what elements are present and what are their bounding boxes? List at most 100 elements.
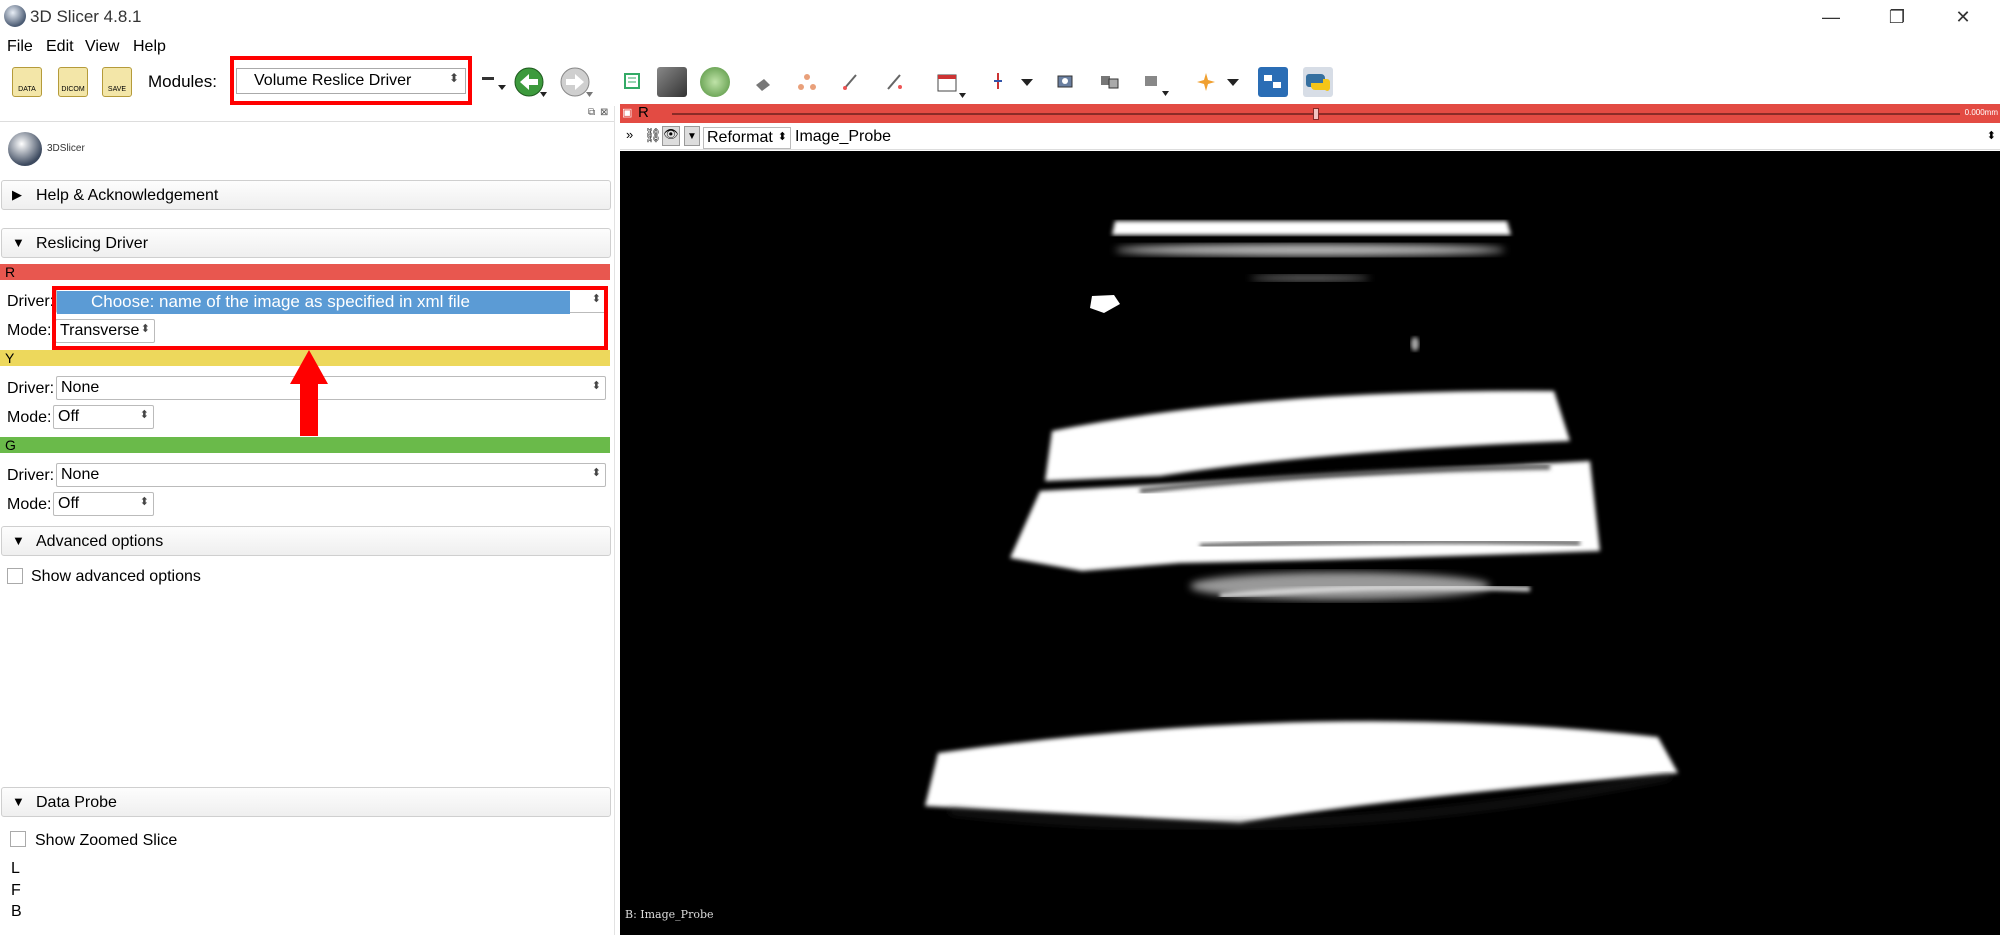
layout-icon[interactable] (934, 67, 966, 98)
history-icon[interactable] (478, 67, 508, 97)
place-fiducial-icon[interactable] (1192, 67, 1222, 97)
maximize-button[interactable]: ❐ (1874, 4, 1920, 30)
yellow-slice-letter: Y (5, 350, 15, 366)
dock-float-icon[interactable]: ⧉ (588, 107, 595, 118)
probe-line-f: F (11, 882, 21, 899)
show-advanced-checkbox[interactable] (7, 568, 23, 584)
slicer-logo (8, 132, 42, 166)
advanced-section-header[interactable]: ▼ Advanced options (1, 526, 611, 556)
slice-offset-value: 0.000mm (1964, 108, 1998, 117)
green-mode-select[interactable]: Off ⬍ (53, 492, 154, 516)
ultrasound-image (925, 221, 1678, 827)
yellow-driver-value: None (61, 379, 100, 396)
help-section-header[interactable]: ▶ Help & Acknowledgement (1, 180, 611, 210)
module-selector-highlight (230, 56, 472, 105)
expand-controls-icon[interactable]: » (626, 127, 633, 142)
red-slice-letter: R (5, 264, 16, 280)
volumes-icon[interactable] (657, 67, 687, 97)
slice-offset-handle[interactable] (1313, 108, 1319, 120)
combo-arrow-icon: ⬍ (777, 131, 787, 143)
menu-help[interactable]: Help (133, 38, 166, 56)
pin-icon[interactable]: ▣ (622, 106, 632, 119)
extensions-icon[interactable] (1258, 67, 1288, 97)
orientation-select[interactable]: Reformat ⬍ (703, 127, 791, 149)
collapse-down-icon: ▼ (12, 235, 25, 250)
save-icon[interactable]: SAVE (102, 67, 132, 97)
editor-icon[interactable] (836, 67, 866, 97)
data-icon[interactable]: DATA (12, 67, 42, 97)
window-title: 3D Slicer 4.8.1 (30, 7, 142, 26)
data-module-icon[interactable] (620, 67, 650, 97)
green-driver-select[interactable]: None ⬍ (56, 463, 606, 487)
collapse-down-icon: ▼ (12, 794, 25, 809)
driver-callout: Choose: name of the image as specified i… (57, 291, 570, 314)
volume-select[interactable]: Image_Probe ⬍ (792, 127, 2000, 149)
view-menu-icon[interactable]: ▼ (684, 126, 700, 146)
yellow-mode-value: Off (58, 408, 80, 425)
slice-viewport[interactable] (620, 151, 2000, 935)
green-driver-label: Driver: (7, 467, 55, 484)
menu-view[interactable]: View (85, 38, 119, 56)
slicer-app-icon (4, 5, 26, 27)
yellow-driver-label: Driver: (7, 380, 55, 397)
place-menu-icon[interactable] (1224, 67, 1254, 97)
panel-dock-bar: ⧉ ⊠ (0, 106, 614, 122)
combo-arrow-icon: ⬍ (1986, 130, 1996, 142)
probe-line-l: L (11, 860, 20, 877)
markups-icon[interactable] (792, 67, 822, 97)
minimize-button[interactable]: — (1808, 4, 1854, 30)
close-button[interactable]: ✕ (1940, 4, 1986, 30)
reslicing-section-header[interactable]: ▼ Reslicing Driver (1, 228, 611, 258)
crosshair-icon[interactable] (988, 67, 1018, 97)
combo-arrow-icon: ⬍ (591, 467, 601, 479)
yellow-driver-select[interactable]: None ⬍ (56, 376, 606, 400)
transforms-icon[interactable] (748, 67, 778, 97)
combo-arrow-icon: ⬍ (139, 409, 149, 421)
green-driver-value: None (61, 466, 100, 483)
combo-arrow-icon: ⬍ (139, 496, 149, 508)
segment-icon[interactable] (880, 67, 910, 97)
modules-label: Modules: (148, 72, 217, 91)
data-probe-section-label: Data Probe (36, 794, 117, 811)
volume-value: Image_Probe (795, 128, 892, 145)
advanced-section-label: Advanced options (36, 533, 164, 550)
dock-close-icon[interactable]: ⊠ (600, 107, 608, 118)
show-zoomed-slice-checkbox[interactable] (10, 831, 26, 847)
show-advanced-label: Show advanced options (31, 568, 201, 585)
dicom-icon[interactable]: DICOM (58, 67, 88, 97)
red-slice-bar: R (0, 264, 610, 280)
red-driver-label: Driver: (7, 293, 55, 310)
title-bar: 3D Slicer 4.8.1 — ❐ ✕ (0, 0, 2000, 34)
menu-edit[interactable]: Edit (46, 38, 74, 56)
data-probe-section-header[interactable]: ▼ Data Probe (1, 787, 611, 817)
fiducial-icon[interactable] (1140, 67, 1170, 97)
combo-arrow-icon: ⬍ (591, 380, 601, 392)
visibility-eye-icon[interactable]: 👁 (662, 126, 680, 146)
module-panel: ⧉ ⊠ 3DSlicer ▶ Help & Acknowledgement ▼ … (0, 106, 614, 935)
models-icon[interactable] (700, 67, 730, 97)
slice-view-letter: R (638, 104, 649, 121)
scene-view-icon[interactable] (1096, 67, 1126, 97)
yellow-mode-select[interactable]: Off ⬍ (53, 405, 154, 429)
green-slice-bar: G (0, 437, 610, 453)
link-icon[interactable]: ⛓ (644, 127, 662, 144)
menu-file[interactable]: File (7, 38, 33, 56)
forward-icon[interactable] (560, 67, 593, 97)
back-icon[interactable] (514, 67, 547, 97)
green-mode-label: Mode: (7, 496, 52, 513)
slicer-logo-text: 3DSlicer (47, 143, 85, 154)
reslicing-section-label: Reslicing Driver (36, 235, 149, 252)
collapse-down-icon: ▼ (12, 533, 25, 548)
yellow-mode-label: Mode: (7, 409, 52, 426)
view-caption: B: Image_Probe (625, 908, 714, 921)
show-zoomed-slice-label: Show Zoomed Slice (35, 832, 178, 849)
help-section-label: Help & Acknowledgement (36, 187, 219, 204)
screenshot-icon[interactable] (1052, 67, 1082, 97)
orientation-value: Reformat (707, 129, 773, 146)
annotation-arrow-up-icon (290, 350, 328, 436)
probe-line-b: B (11, 903, 22, 920)
expand-right-icon: ▶ (12, 187, 22, 202)
green-slice-letter: G (5, 437, 16, 453)
crosshair-menu-icon[interactable] (1018, 67, 1048, 97)
python-icon[interactable] (1303, 67, 1333, 97)
